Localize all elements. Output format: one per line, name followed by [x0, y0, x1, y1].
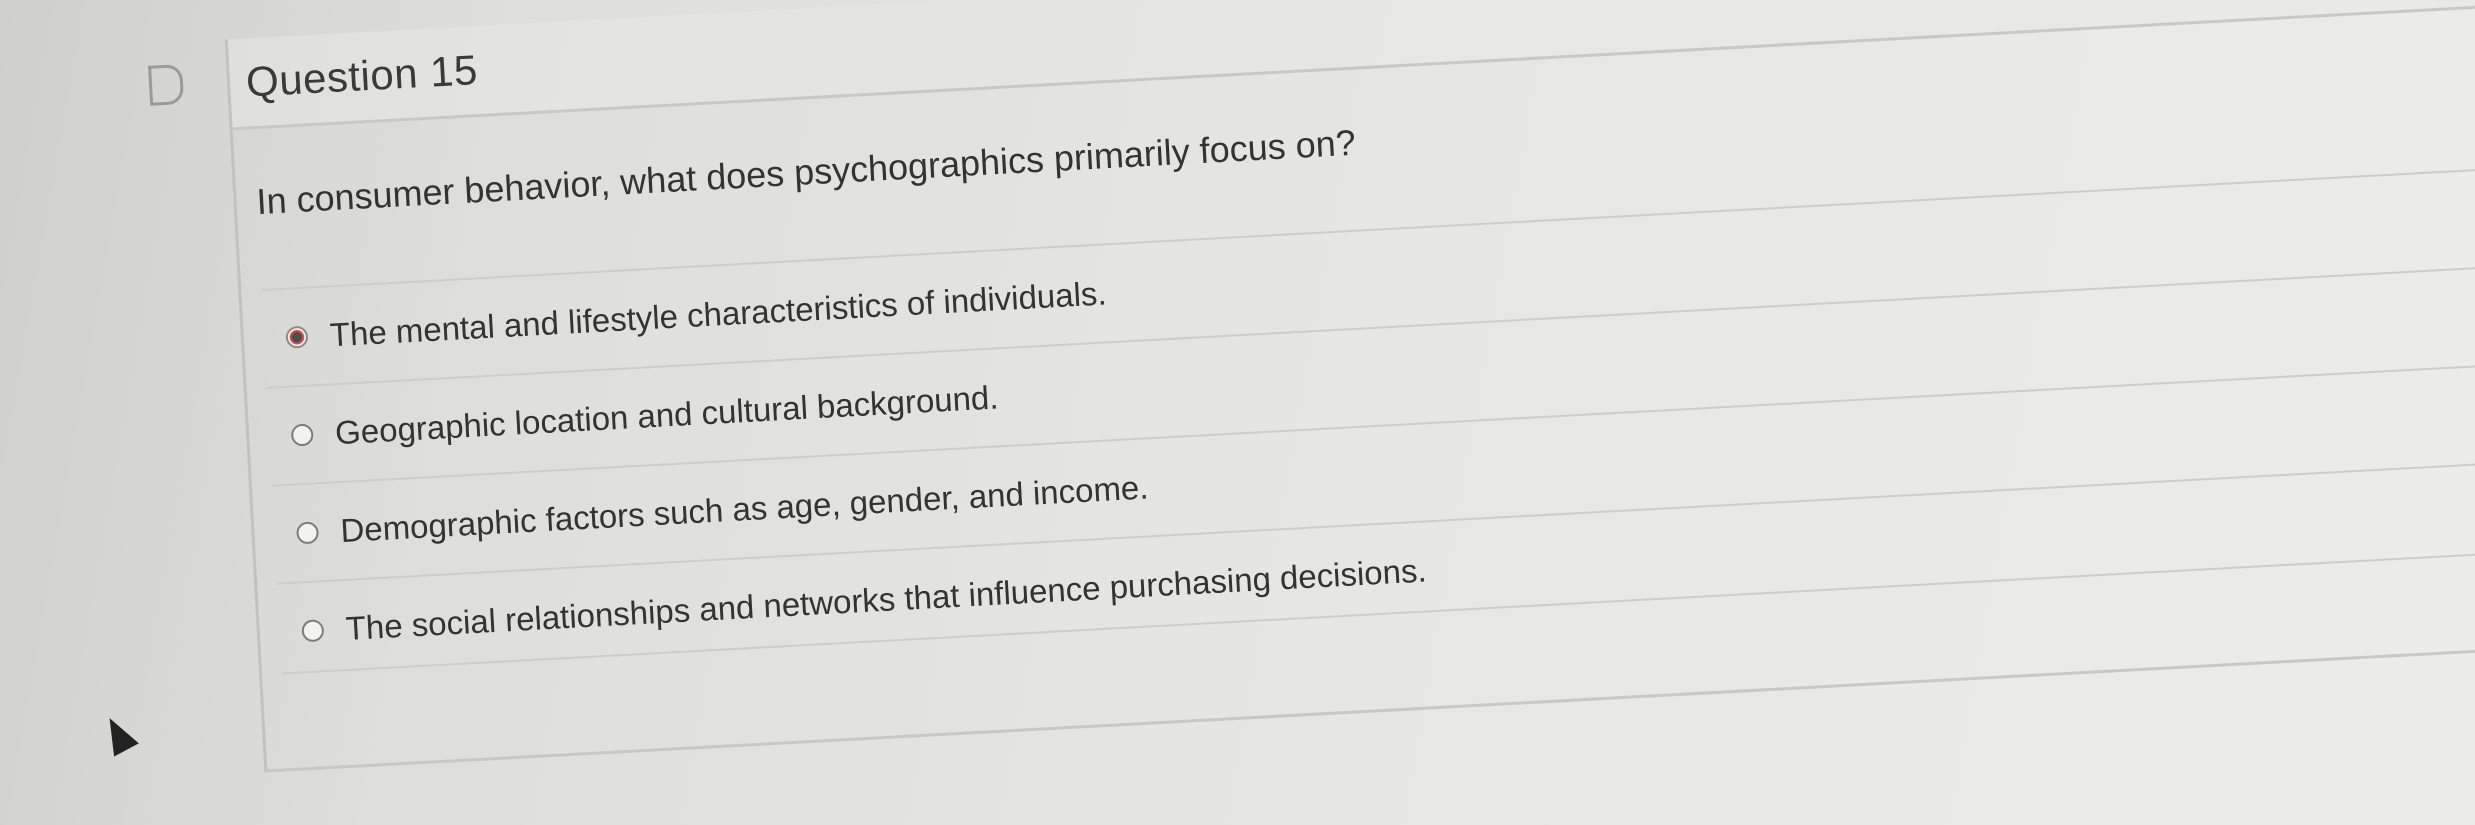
radio-button[interactable] [290, 423, 314, 447]
question-title: Question 15 [244, 46, 479, 106]
question-prompt: In consumer behavior, what does psychogr… [255, 121, 1357, 223]
question-body: In consumer behavior, what does psychogr… [229, 5, 2475, 773]
answer-options: The mental and lifestyle characteristics… [261, 165, 2475, 681]
answer-option-label[interactable]: The mental and lifestyle characteristics… [329, 274, 1108, 354]
answer-option-label[interactable]: Demographic factors such as age, gender,… [339, 468, 1149, 550]
radio-button[interactable] [301, 619, 325, 643]
answer-option-label[interactable]: Geographic location and cultural backgro… [334, 378, 999, 452]
question-panel: Question 15 In consumer behavior, what d… [0, 0, 2475, 825]
radio-button-selected[interactable] [285, 325, 309, 349]
flag-question-icon[interactable] [148, 64, 185, 106]
radio-button[interactable] [295, 521, 320, 545]
quiz-screen: Question 15 In consumer behavior, what d… [0, 0, 2475, 825]
